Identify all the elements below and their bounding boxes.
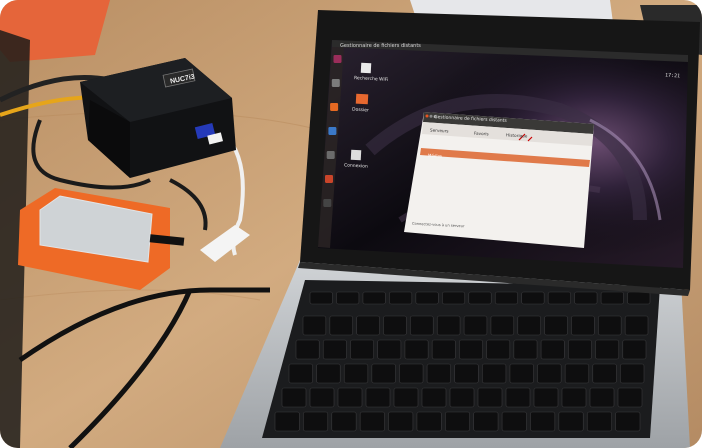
connexion-desktop-icon <box>350 149 362 161</box>
dash-icon[interactable] <box>333 55 342 63</box>
software-icon[interactable] <box>325 175 333 183</box>
keyboard-key <box>486 339 511 360</box>
file-window-tab[interactable]: Favoris <box>474 131 489 137</box>
keyboard-key <box>281 387 307 408</box>
keyboard-key <box>303 411 329 432</box>
keyboard-key <box>404 339 429 360</box>
keyboard-key <box>309 387 335 408</box>
terminal-icon[interactable] <box>323 199 332 207</box>
keyboard-key <box>454 363 479 384</box>
keyboard-key <box>322 339 347 360</box>
keyboard-key <box>359 411 385 432</box>
keyboard-key <box>356 315 380 336</box>
keyboard-key <box>302 315 327 336</box>
keyboard-key <box>574 291 598 305</box>
keyboard-key <box>449 387 475 408</box>
keyboard-key <box>564 363 590 384</box>
libreoffice-icon[interactable] <box>328 127 337 135</box>
file-window-row[interactable]: Médias <box>428 153 442 159</box>
keyboard-key <box>468 291 492 305</box>
keyboard-key <box>421 387 447 408</box>
keyboard-key <box>431 339 456 360</box>
keyboard-key <box>415 291 439 305</box>
files-icon[interactable] <box>331 79 340 87</box>
keyboard-key <box>598 315 622 336</box>
keyboard-key <box>336 291 360 305</box>
keyboard-key <box>350 339 374 360</box>
keyboard-key <box>627 291 651 305</box>
keyboard-key <box>316 363 341 384</box>
photo-scene: NUC7i3 Gestionnaire de fichiers distants… <box>0 0 702 448</box>
keyboard-key <box>377 339 402 360</box>
keyboard-key <box>426 363 451 384</box>
keyboard-key <box>494 291 518 305</box>
keyboard-key <box>337 387 363 408</box>
keyboard-key <box>482 363 507 384</box>
keyboard-key <box>517 315 541 336</box>
keyboard-key <box>389 291 413 305</box>
keyboard-key <box>309 291 333 305</box>
keyboard-key <box>595 339 620 360</box>
keyboard-key <box>295 339 320 360</box>
keyboard-key <box>383 315 407 336</box>
keyboard-key <box>600 291 624 305</box>
keyboard-key <box>586 411 612 432</box>
keyboard-key <box>436 315 461 336</box>
top-panel-title: Gestionnaire de fichiers distants <box>340 43 421 49</box>
keyboard-key <box>416 411 442 432</box>
keyboard-key <box>288 363 313 384</box>
keyboard-key <box>513 339 538 360</box>
keyboard-key <box>501 411 527 432</box>
keyboard-key <box>477 387 503 408</box>
keyboard-key <box>544 315 568 336</box>
keyboard-key <box>274 411 300 432</box>
keyboard-key <box>571 315 595 336</box>
keyboard-key <box>620 363 645 384</box>
keyboard-key <box>445 411 470 432</box>
keyboard-key <box>540 339 565 360</box>
keyboard-key <box>473 411 499 432</box>
keyboard-key <box>533 387 559 408</box>
keyboard-key <box>388 411 414 432</box>
keyboard-key <box>459 339 483 360</box>
folder-desktop-icon <box>355 93 369 105</box>
desktop-icon-label: Dossier <box>351 107 369 114</box>
firefox-icon[interactable] <box>330 103 339 111</box>
keyboard-key <box>329 315 353 336</box>
keyboard-key <box>617 387 643 408</box>
keyboard-key <box>615 411 641 432</box>
settings-icon[interactable] <box>326 151 335 159</box>
keyboard-key <box>490 315 515 336</box>
keyboard-key <box>558 411 584 432</box>
keyboard-key <box>393 387 419 408</box>
keyboard-key <box>521 291 545 305</box>
keyboard-key <box>463 315 488 336</box>
keyboard-key <box>331 411 357 432</box>
keyboard-key <box>399 363 424 384</box>
keyboard-key <box>622 339 647 360</box>
keyboard-key <box>537 363 562 384</box>
keyboard-key <box>509 363 534 384</box>
keyboard-key <box>530 411 556 432</box>
keyboard-key <box>343 363 369 384</box>
keyboard-key <box>365 387 391 408</box>
keyboard-key <box>592 363 617 384</box>
keyboard-key <box>547 291 571 305</box>
keyboard-key <box>505 387 531 408</box>
clock: 17:21 <box>664 72 681 80</box>
scene-illustration <box>0 0 702 448</box>
keyboard-key <box>371 363 396 384</box>
keyboard-key <box>410 315 434 336</box>
keyboard-key <box>589 387 615 408</box>
keyboard-key <box>568 339 592 360</box>
wifi-desktop-icon <box>360 62 372 74</box>
file-window-tab[interactable]: Historique <box>506 132 528 138</box>
keyboard-key <box>362 291 386 305</box>
file-window-tab[interactable]: Serveurs <box>430 128 449 134</box>
keyboard-key <box>561 387 587 408</box>
keyboard-key <box>624 315 649 336</box>
keyboard-key <box>442 291 466 305</box>
